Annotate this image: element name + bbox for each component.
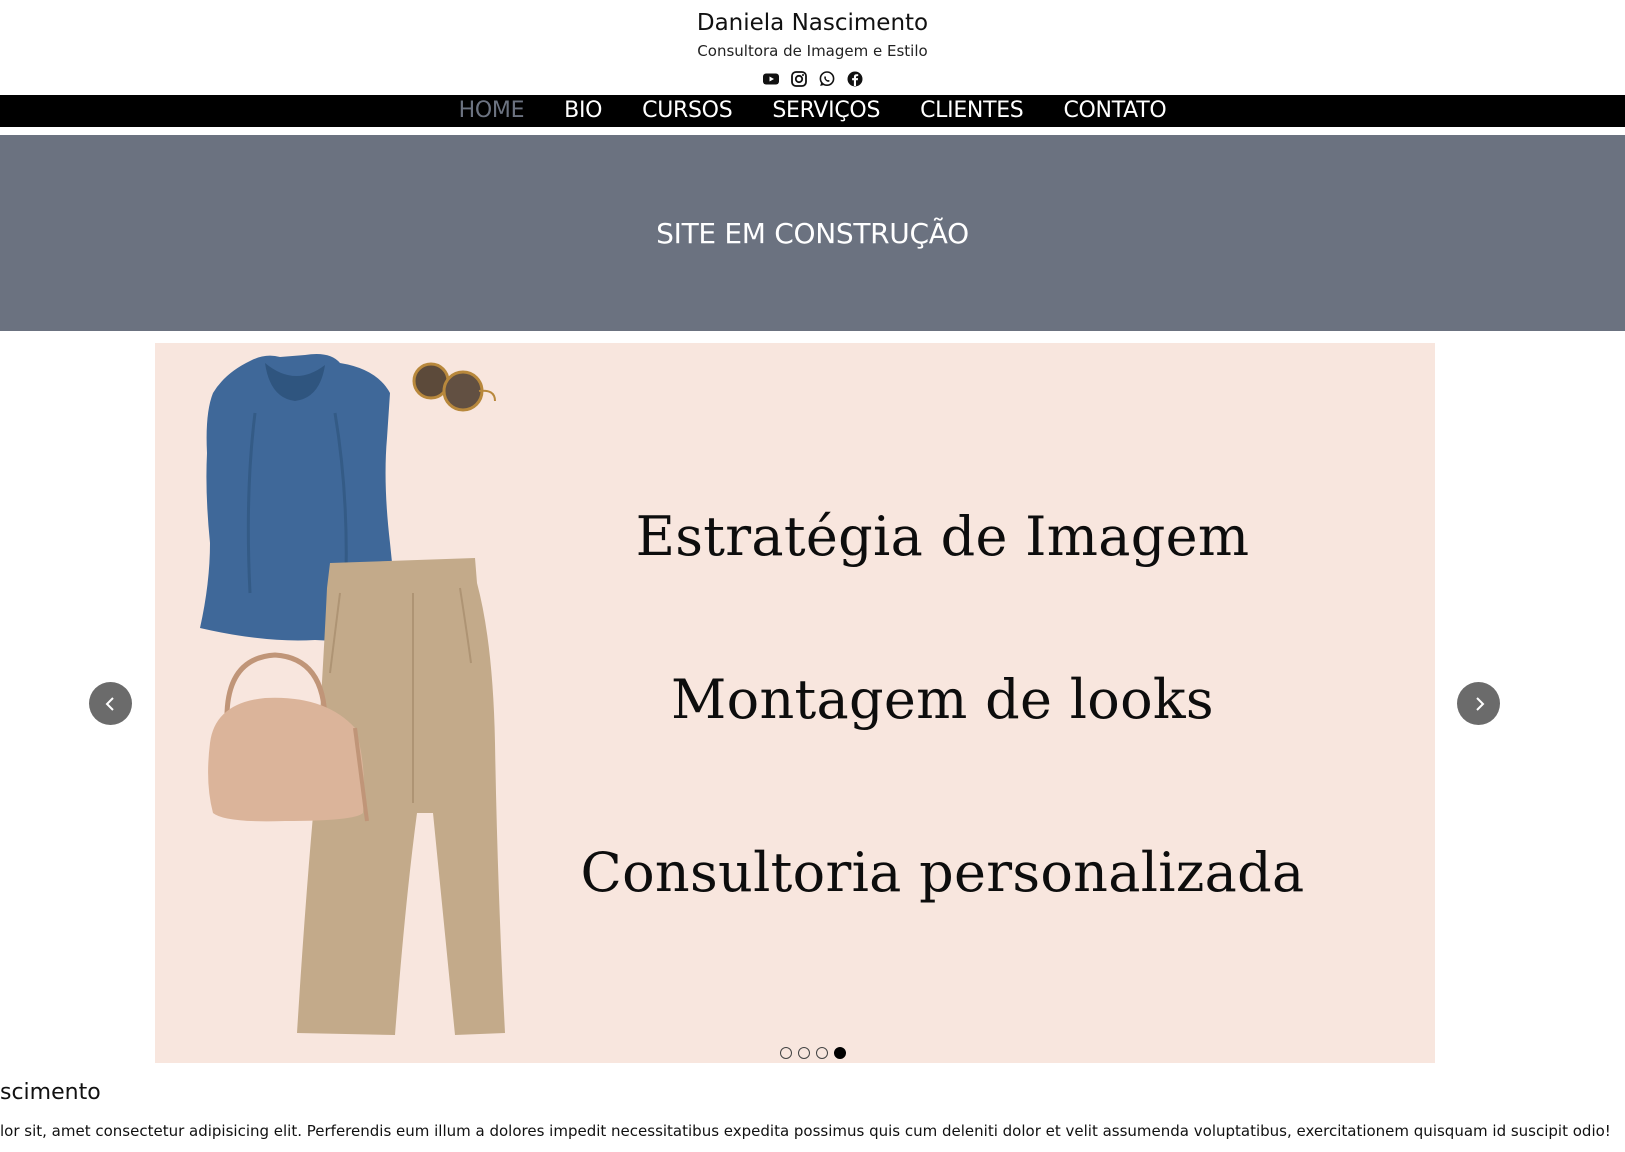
instagram-icon[interactable] [790,70,808,88]
nav-bio[interactable]: BIO [564,95,602,127]
slide-text-line: Consultoria personalizada [580,841,1305,904]
youtube-icon[interactable] [762,70,780,88]
carousel-indicators [0,1047,1625,1059]
chevron-left-icon [105,696,114,711]
nav-servicos[interactable]: SERVIÇOS [772,95,880,127]
nav-cursos[interactable]: CURSOS [642,95,733,127]
nav-home[interactable]: HOME [459,95,525,127]
nav-contato[interactable]: CONTATO [1063,95,1166,127]
carousel-dot-active[interactable] [833,1047,846,1059]
site-name[interactable]: Daniela Nascimento [0,10,1625,36]
site-tagline: Consultora de Imagem e Estilo [697,42,928,60]
construction-banner: SITE EM CONSTRUÇÃO [0,135,1625,331]
slide-text-line: Estratégia de Imagem [635,505,1250,568]
carousel-slide: Estratégia de Imagem Montagem de looks C… [155,343,1435,1063]
slide-text-line: Montagem de looks [671,668,1214,731]
about-text: lor sit, amet consectetur adipisicing el… [0,1122,1611,1140]
about-title: scimento [0,1080,101,1105]
carousel-dot[interactable] [815,1047,828,1059]
whatsapp-icon[interactable] [818,70,836,88]
outfit-collage-image [200,354,505,1035]
carousel-dot[interactable] [797,1047,810,1059]
social-links [0,70,1625,88]
carousel-dot[interactable] [779,1047,792,1059]
banner-text: SITE EM CONSTRUÇÃO [656,216,969,250]
facebook-icon[interactable] [846,70,864,88]
site-header: Daniela Nascimento Consultora de Imagem … [0,0,1625,95]
main-nav: HOME BIO CURSOS SERVIÇOS CLIENTES CONTAT… [0,95,1625,127]
carousel-next-button[interactable] [1457,682,1500,725]
chevron-right-icon [1475,696,1484,711]
nav-clientes[interactable]: CLIENTES [920,95,1024,127]
carousel-prev-button[interactable] [89,682,132,725]
